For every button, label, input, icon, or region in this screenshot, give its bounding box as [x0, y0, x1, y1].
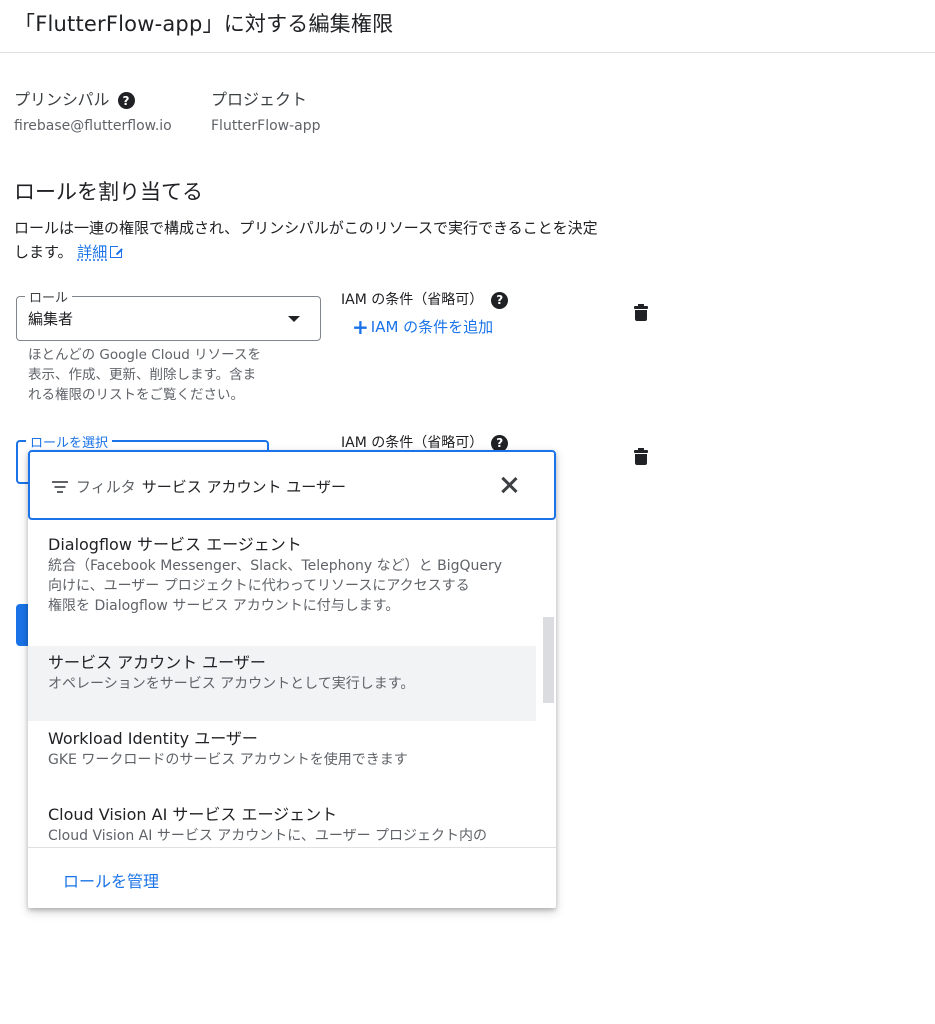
- help-icon[interactable]: ?: [491, 291, 509, 309]
- dropdown-footer-divider: [28, 847, 556, 848]
- project-value: FlutterFlow-app: [211, 118, 321, 134]
- iam-condition-label-2: IAM の条件（省略可）?: [341, 432, 509, 452]
- filter-icon: [52, 481, 68, 493]
- options-scrollbar[interactable]: [543, 617, 554, 703]
- role-help-line: 表示、作成、更新、削除します。含ま: [28, 367, 257, 383]
- role-help-line: れる権限のリストをご覧ください。: [28, 387, 244, 403]
- iam-condition-label-1: IAM の条件（省略可）?: [341, 289, 509, 309]
- role-option-title: サービス アカウント ユーザー: [48, 653, 266, 672]
- assign-role-title: ロールを割り当てる: [14, 180, 203, 204]
- assign-role-description: ロールは一連の権限で構成され、プリンシパルがこのリソースで実行できることを決定 …: [14, 216, 674, 264]
- role-option-dialogflow[interactable]: Dialogflow サービス エージェント 統合（Facebook Messe…: [28, 534, 536, 616]
- principal-value: firebase@flutterflow.io: [14, 118, 172, 134]
- title-divider: [0, 52, 935, 53]
- role-option-desc: 権限を Dialogflow サービス アカウントに付与します。: [48, 598, 400, 614]
- role-options-list: Dialogflow サービス エージェント 統合（Facebook Messe…: [28, 520, 556, 847]
- role-field-label: ロール: [25, 287, 73, 306]
- role-option-desc: 統合（Facebook Messenger、Slack、Telephony など…: [48, 558, 503, 574]
- trash-icon[interactable]: [634, 304, 648, 321]
- description-line-2-text: します。: [14, 243, 73, 261]
- details-link-label: 詳細: [77, 243, 108, 261]
- description-line-2: します。 詳細: [14, 240, 674, 264]
- external-link-icon: [110, 244, 125, 258]
- role-select-1[interactable]: ロール 編集者: [16, 287, 321, 341]
- role-filter-input[interactable]: フィルタ サービス アカウント ユーザー: [28, 450, 556, 520]
- principal-label: プリンシパル: [14, 90, 110, 109]
- filter-text: フィルタ サービス アカウント ユーザー: [76, 476, 346, 497]
- role-option-desc: オペレーションをサービス アカウントとして実行します。: [48, 676, 415, 692]
- principal-label-row: プリンシパル?: [14, 86, 135, 110]
- role-option-desc: 向けに、ユーザー プロジェクトに代わってリソースにアクセスする: [48, 578, 470, 594]
- role-help-text: ほとんどの Google Cloud リソースを 表示、作成、更新、削除します。…: [28, 345, 308, 405]
- role-option-title: Cloud Vision AI サービス エージェント: [48, 805, 338, 824]
- role-option-title: Dialogflow サービス エージェント: [48, 535, 302, 554]
- filter-prefix: フィルタ: [76, 478, 136, 496]
- page-title: 「FlutterFlow-app」に対する編集権限: [14, 12, 394, 36]
- details-link[interactable]: 詳細: [77, 243, 125, 261]
- plus-icon: +: [352, 315, 369, 339]
- add-iam-condition-label: IAM の条件を追加: [370, 318, 494, 336]
- help-icon[interactable]: ?: [491, 434, 509, 452]
- role-option-title: Workload Identity ユーザー: [48, 729, 258, 748]
- project-label: プロジェクト: [211, 90, 308, 109]
- role-option-desc: Cloud Vision AI サービス アカウントに、ユーザー プロジェクト内…: [48, 828, 488, 844]
- role-select-2-label: ロールを選択: [26, 432, 113, 451]
- add-iam-condition-button[interactable]: + IAM の条件を追加: [352, 315, 493, 339]
- close-icon[interactable]: [498, 474, 520, 496]
- iam-condition-label-text: IAM の条件（省略可）: [341, 292, 484, 308]
- chevron-down-icon: [288, 316, 300, 322]
- description-line-1: ロールは一連の権限で構成され、プリンシパルがこのリソースで実行できることを決定: [14, 219, 598, 237]
- role-help-line: ほとんどの Google Cloud リソースを: [28, 347, 261, 363]
- trash-icon[interactable]: [634, 448, 648, 465]
- role-option-desc: GKE ワークロードのサービス アカウントを使用できます: [48, 752, 408, 768]
- role-dropdown-menu: フィルタ サービス アカウント ユーザー Dialogflow サービス エージェ…: [28, 450, 556, 908]
- iam-condition-label-text: IAM の条件（省略可）: [341, 435, 484, 451]
- role-option-cloud-vision-ai[interactable]: Cloud Vision AI サービス エージェント Cloud Vision…: [28, 804, 536, 846]
- role-option-service-account-user[interactable]: サービス アカウント ユーザー オペレーションをサービス アカウントとして実行し…: [28, 646, 536, 721]
- role-select-value: 編集者: [28, 310, 74, 328]
- filter-value: サービス アカウント ユーザー: [141, 478, 346, 496]
- manage-roles-link[interactable]: ロールを管理: [63, 868, 159, 892]
- help-icon[interactable]: ?: [117, 92, 135, 109]
- role-option-workload-identity-user[interactable]: Workload Identity ユーザー GKE ワークロードのサービス ア…: [28, 728, 536, 770]
